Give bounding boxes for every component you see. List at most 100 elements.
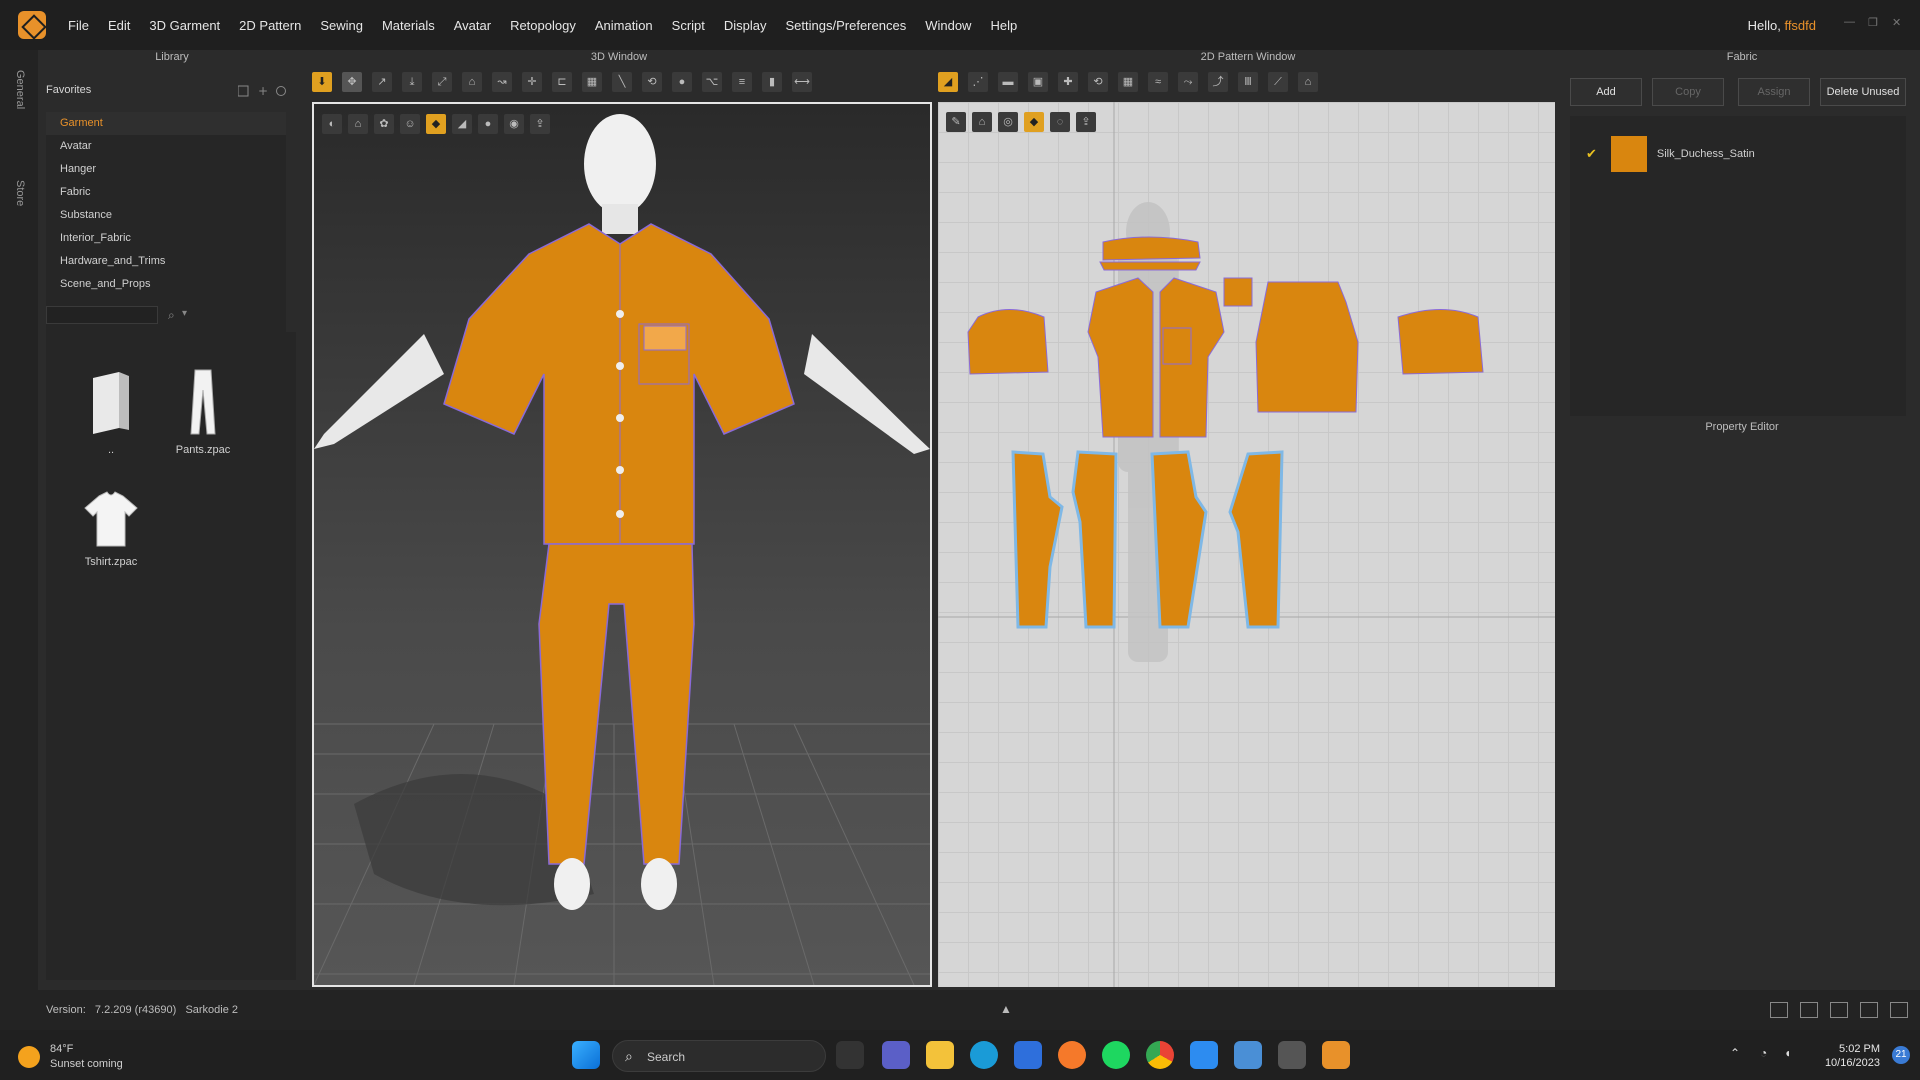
chevron-down-icon[interactable]: ▾ [182, 308, 187, 319]
tray-chevron-icon[interactable]: ⌃ [1730, 1046, 1740, 1060]
measure-tool-icon[interactable]: ⊏ [552, 72, 572, 92]
list-item-fabric[interactable]: Fabric [46, 181, 286, 204]
avatar-icon[interactable]: ☺ [400, 114, 420, 134]
menu-display[interactable]: Display [724, 18, 767, 33]
username[interactable]: ffsdfd [1784, 18, 1816, 33]
garment-fit-icon[interactable]: ⌂ [1298, 72, 1318, 92]
line-tool-icon[interactable]: ╲ [612, 72, 632, 92]
grid-pattern-icon[interactable]: ▦ [1118, 72, 1138, 92]
topstitch-icon[interactable]: ⟋ [1268, 72, 1288, 92]
layout-triple-icon[interactable] [1830, 1002, 1848, 1018]
2d-export-icon[interactable]: ⇪ [1076, 112, 1096, 132]
point-tool-icon[interactable]: ● [672, 72, 692, 92]
hide-avatar-icon[interactable]: ◌ [1050, 112, 1070, 132]
edit-pattern-icon[interactable]: ↗ [372, 72, 392, 92]
monitor-icon[interactable] [1234, 1041, 1262, 1069]
list-item-garment[interactable]: Garment [46, 112, 286, 135]
volume-icon[interactable]: ◖ [1784, 1046, 1791, 1060]
fabric-list-item[interactable]: ✔ Silk_Duchess_Satin [1586, 136, 1755, 172]
file-item[interactable]: Pants.zpac [158, 368, 248, 456]
store-icon[interactable] [1014, 1041, 1042, 1069]
taskbar-search[interactable]: ⌕ Search [612, 1040, 826, 1072]
environment-icon[interactable]: ◉ [504, 114, 524, 134]
texture-icon[interactable]: ✿ [374, 114, 394, 134]
list-item-interior-fabric[interactable]: Interior_Fabric [46, 227, 286, 250]
zipper-tool-icon[interactable]: ▮ [762, 72, 782, 92]
internal-shape-icon[interactable]: ▣ [1028, 72, 1048, 92]
menu-settings[interactable]: Settings/Preferences [786, 18, 907, 33]
menu-3d-garment[interactable]: 3D Garment [149, 18, 220, 33]
layout-custom-icon[interactable] [1890, 1002, 1908, 1018]
windows-start-icon[interactable] [572, 1041, 600, 1069]
expand-panel-icon[interactable]: ▲ [1000, 1002, 1012, 1016]
grid-tool-icon[interactable]: ▦ [582, 72, 602, 92]
free-sew-icon[interactable]: ⤴ [1208, 72, 1228, 92]
library-actions[interactable]: + [238, 84, 290, 98]
fold-pattern-icon[interactable]: ≈ [1148, 72, 1168, 92]
menu-file[interactable]: File [68, 18, 89, 33]
delete-unused-button[interactable]: Delete Unused [1820, 78, 1906, 106]
library-search-input[interactable] [46, 306, 158, 324]
2d-select-tool-icon[interactable]: ◢ [938, 72, 958, 92]
expand-tool-icon[interactable]: ⟷ [792, 72, 812, 92]
clo3d-taskbar-icon[interactable] [1322, 1041, 1350, 1069]
2d-viewport[interactable]: ✎ ⌂ ◎ ◆ ◌ ⇪ [938, 102, 1555, 987]
arrange-tool-icon[interactable]: ⟲ [642, 72, 662, 92]
dart-tool-icon[interactable]: ✚ [1058, 72, 1078, 92]
sew-line-icon[interactable]: ◎ [998, 112, 1018, 132]
notification-badge[interactable]: 21 [1892, 1046, 1910, 1064]
show-garment-icon[interactable]: ⌂ [972, 112, 992, 132]
restore-icon[interactable]: ❐ [1868, 16, 1880, 29]
chrome-icon[interactable] [1146, 1041, 1174, 1069]
list-item-hanger[interactable]: Hanger [46, 158, 286, 181]
list-item-hardware-and-trims[interactable]: Hardware_and_Trims [46, 250, 286, 273]
close-icon[interactable]: ✕ [1892, 16, 1904, 29]
teams-chat-icon[interactable] [882, 1041, 910, 1069]
tab-store[interactable]: Store [14, 180, 26, 206]
task-view-icon[interactable] [836, 1041, 864, 1069]
wifi-icon[interactable]: ◔ [1760, 1046, 1767, 1060]
display-shirt-icon[interactable]: ⌂ [348, 114, 368, 134]
list-item-scene-and-props[interactable]: Scene_and_Props [46, 273, 286, 296]
sew-tool-icon[interactable]: ↝ [492, 72, 512, 92]
menu-avatar[interactable]: Avatar [454, 18, 491, 33]
layout-quad-icon[interactable] [1860, 1002, 1878, 1018]
skin-icon[interactable]: ● [478, 114, 498, 134]
menu-retopology[interactable]: Retopology [510, 18, 576, 33]
menu-animation[interactable]: Animation [595, 18, 653, 33]
fabric-display-icon[interactable]: ◆ [426, 114, 446, 134]
pattern-display-icon[interactable]: ✎ [946, 112, 966, 132]
system-clock[interactable]: 5:02 PM 10/16/2023 [1825, 1042, 1880, 1070]
transform-tool-icon[interactable]: ✥ [342, 72, 362, 92]
rectangle-tool-icon[interactable]: ▬ [998, 72, 1018, 92]
photos-icon[interactable] [1190, 1041, 1218, 1069]
minimize-icon[interactable]: — [1844, 16, 1856, 28]
add-fabric-button[interactable]: Add [1570, 78, 1642, 106]
tack-tool-icon[interactable]: ✛ [522, 72, 542, 92]
search-icon[interactable]: ⌕ [168, 308, 175, 323]
layer-tool-icon[interactable]: ≡ [732, 72, 752, 92]
shading-icon[interactable]: ◢ [452, 114, 472, 134]
rotate-tool-icon[interactable]: ⟲ [1088, 72, 1108, 92]
weather-widget[interactable]: 84°F Sunset coming [18, 1042, 123, 1072]
pleat-tool-icon[interactable]: Ⅲ [1238, 72, 1258, 92]
file-item[interactable]: Tshirt.zpac [66, 490, 156, 568]
blender-icon[interactable] [1058, 1041, 1086, 1069]
edge-browser-icon[interactable] [970, 1041, 998, 1069]
menu-2d-pattern[interactable]: 2D Pattern [239, 18, 301, 33]
menu-script[interactable]: Script [672, 18, 705, 33]
spotify-icon[interactable] [1102, 1041, 1130, 1069]
hanger-tool-icon[interactable]: ⌥ [702, 72, 722, 92]
zbrush-icon[interactable] [1278, 1041, 1306, 1069]
menu-edit[interactable]: Edit [108, 18, 130, 33]
pin-tool-icon[interactable]: ⤓ [402, 72, 422, 92]
menu-sewing[interactable]: Sewing [320, 18, 363, 33]
menu-materials[interactable]: Materials [382, 18, 435, 33]
select-move-tool-icon[interactable]: ⬇ [312, 72, 332, 92]
segment-sew-icon[interactable]: ⤳ [1178, 72, 1198, 92]
file-item[interactable]: .. [66, 368, 156, 456]
menu-help[interactable]: Help [990, 18, 1017, 33]
layout-split-icon[interactable] [1800, 1002, 1818, 1018]
list-item-substance[interactable]: Substance [46, 204, 286, 227]
display-garment-icon[interactable]: ◐ [322, 114, 342, 134]
